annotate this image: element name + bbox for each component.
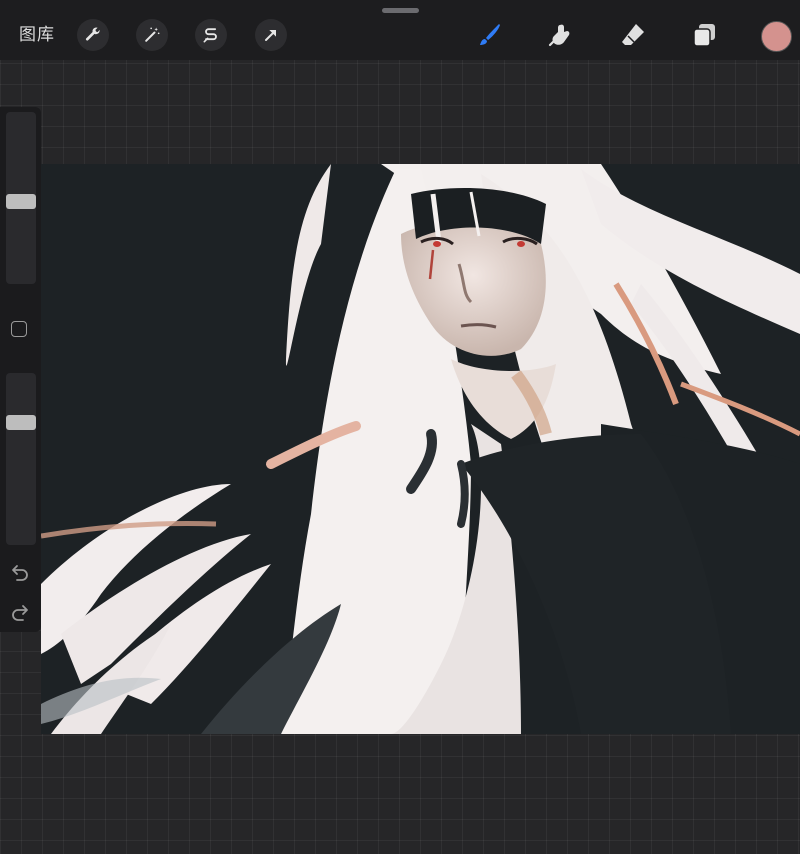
magic-wand-icon — [145, 27, 160, 42]
smudge-tool-button[interactable] — [546, 20, 576, 50]
wrench-icon — [85, 27, 100, 41]
brush-icon — [480, 24, 500, 45]
layers-button[interactable] — [689, 20, 719, 50]
redo-icon[interactable] — [9, 602, 31, 624]
undo-icon[interactable] — [9, 562, 31, 584]
smudge-icon — [548, 24, 570, 47]
adjustments-button[interactable] — [136, 19, 168, 51]
brush-tool-button[interactable] — [474, 20, 504, 50]
modify-button[interactable] — [11, 321, 27, 337]
opacity-slider[interactable] — [6, 373, 36, 545]
layers-icon — [693, 24, 715, 47]
transform-button[interactable] — [255, 19, 287, 51]
selection-button[interactable] — [195, 19, 227, 51]
color-picker-button[interactable] — [761, 21, 792, 52]
selection-s-icon — [203, 28, 217, 43]
sidebar — [0, 107, 41, 632]
brush-size-thumb[interactable] — [6, 194, 36, 209]
eraser-icon — [622, 24, 644, 45]
transform-arrow-icon — [265, 30, 276, 41]
top-toolbar: 图库 — [0, 0, 800, 60]
drag-handle[interactable] — [382, 8, 419, 13]
drawing-canvas[interactable] — [41, 164, 800, 734]
painting-portrait — [41, 164, 800, 734]
actions-button[interactable] — [77, 19, 109, 51]
gallery-button[interactable]: 图库 — [19, 24, 55, 46]
opacity-thumb[interactable] — [6, 415, 36, 430]
eraser-tool-button[interactable] — [618, 20, 648, 50]
brush-size-slider[interactable] — [6, 112, 36, 284]
